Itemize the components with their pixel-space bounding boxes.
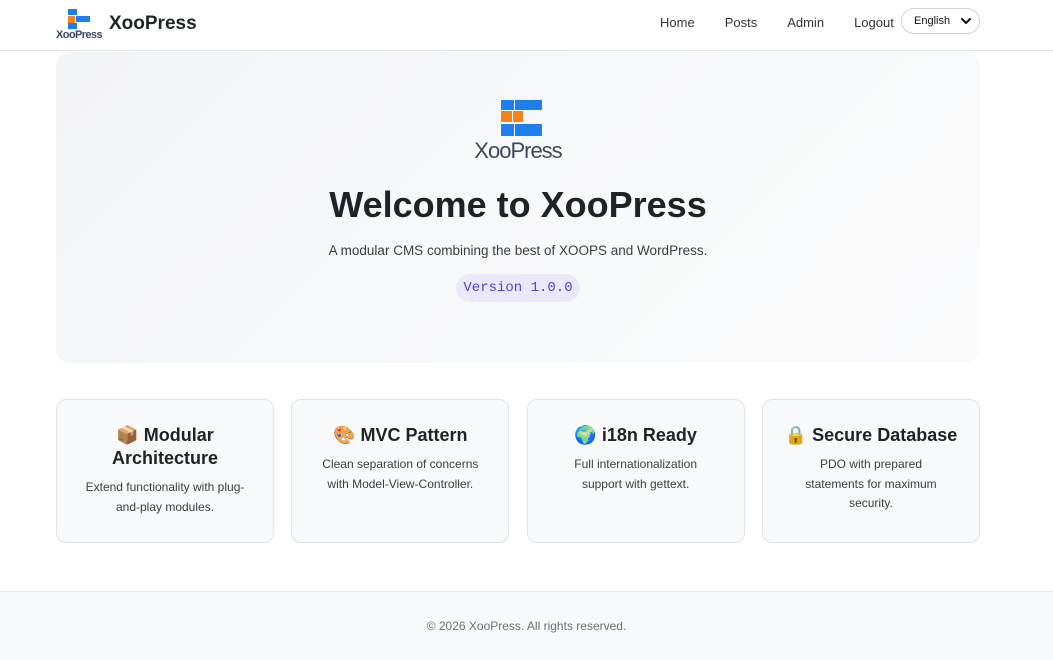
feature-description: Extend functionality with plug-and-play … [85, 480, 245, 514]
feature-title-text: i18n Ready [601, 425, 697, 445]
feature-title-text: Secure Database [812, 425, 958, 445]
feature-title: 📦 Modular Architecture [57, 424, 273, 470]
hero-section: XooPress Welcome to XooPress A modular C… [56, 52, 980, 363]
language-select-value: English [914, 15, 951, 27]
site-header: XooPress XooPress Home Posts Admin Logou… [0, 0, 1053, 51]
package-icon: 📦 [116, 425, 139, 445]
brand-name: XooPress [109, 12, 197, 34]
site-footer: © 2026 XooPress. All rights reserved. [0, 591, 1053, 660]
copyright-text: © 2026 XooPress. All rights reserved. [426, 619, 627, 633]
feature-description: Full internationalization support with g… [574, 457, 698, 491]
version-badge: Version 1.0.0 [456, 274, 580, 302]
nav-posts[interactable]: Posts [725, 14, 758, 32]
chevron-down-icon [961, 18, 971, 24]
feature-title: 🌍 i18n Ready [528, 424, 744, 447]
lock-icon: 🔒 [784, 425, 808, 445]
feature-title-text: MVC Pattern [360, 425, 468, 445]
feature-card: 🌍 i18n Ready Full internationalization s… [526, 399, 745, 543]
feature-card: 🎨 MVC Pattern Clean separation of concer… [291, 399, 510, 543]
feature-title: 🔒 Secure Database [763, 424, 979, 447]
nav-logout[interactable]: Logout [854, 14, 894, 32]
feature-title: 🎨 MVC Pattern [292, 424, 508, 447]
xoopress-logo-icon: XooPress [474, 100, 564, 162]
brand-link[interactable]: XooPress XooPress [56, 7, 197, 40]
palette-icon: 🎨 [333, 425, 356, 445]
feature-card: 📦 Modular Architecture Extend functional… [56, 399, 274, 543]
feature-card: 🔒 Secure Database PDO with prepared stat… [761, 399, 980, 543]
feature-description: Clean separation of concerns with Model-… [322, 457, 479, 491]
feature-description: PDO with prepared statements for maximum… [805, 457, 937, 510]
nav-admin[interactable]: Admin [787, 14, 824, 32]
logo-wordmark: XooPress [56, 29, 102, 40]
hero-subtitle: A modular CMS combining the best of XOOP… [328, 243, 708, 258]
logo-wordmark: XooPress [474, 138, 562, 162]
nav-home[interactable]: Home [660, 14, 695, 32]
xoopress-logo-icon: XooPress [56, 9, 102, 40]
main-nav: Home Posts Admin Logout [660, 14, 894, 32]
language-select[interactable]: English [901, 8, 980, 34]
features-grid: 📦 Modular Architecture Extend functional… [56, 399, 980, 543]
globe-icon: 🌍 [574, 425, 597, 445]
page-title: Welcome to XooPress [329, 184, 707, 225]
